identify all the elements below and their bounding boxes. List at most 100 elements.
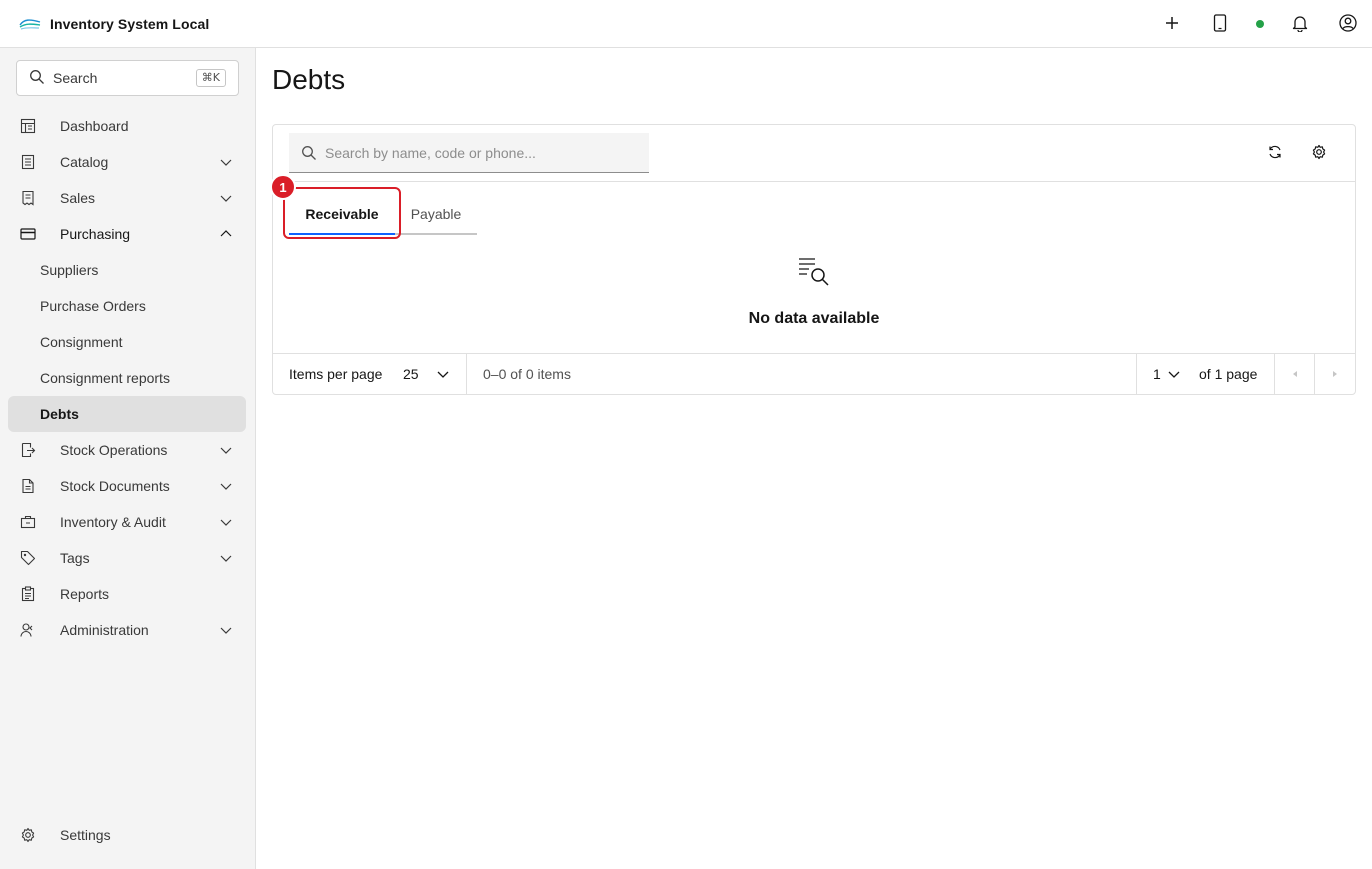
sidebar-item-consignment[interactable]: Consignment (0, 324, 255, 360)
refresh-button[interactable] (1259, 137, 1291, 169)
notification-icon (1291, 14, 1309, 35)
annotation-badge: 1 (270, 174, 296, 200)
pagination: Items per page 25 0–0 of 0 items 1 of 1 … (273, 353, 1355, 394)
document-icon (20, 478, 36, 494)
sidebar-search-label: Search (53, 70, 98, 86)
pagination-range: 0–0 of 0 items (483, 366, 571, 382)
sidebar-item-sales[interactable]: Sales (0, 180, 255, 216)
sidebar-item-consignment-reports[interactable]: Consignment reports (0, 360, 255, 396)
tab-payable[interactable]: Payable (395, 195, 477, 235)
main-content: Debts Receivable (256, 48, 1372, 869)
chevron-down-icon[interactable] (436, 367, 450, 381)
caret-right-icon (1330, 366, 1340, 382)
sidebar-item-stock-documents[interactable]: Stock Documents (0, 468, 255, 504)
sidebar-item-label: Sales (60, 190, 96, 206)
debt-type-tabs: Receivable Payable (289, 195, 477, 235)
sidebar-item-reports[interactable]: Reports (0, 576, 255, 612)
sidebar-item-purchasing[interactable]: Purchasing (0, 216, 255, 252)
search-icon (29, 69, 45, 88)
app-header: Inventory System Local (0, 0, 1372, 48)
report-icon (20, 586, 36, 602)
sidebar-item-label: Suppliers (40, 262, 99, 278)
divider (466, 354, 467, 394)
sidebar-item-label: Stock Documents (60, 478, 170, 494)
stock-operations-icon (20, 442, 36, 458)
sidebar-item-label: Debts (40, 406, 79, 422)
sales-icon (20, 190, 36, 206)
sidebar-item-label: Inventory & Audit (60, 514, 166, 530)
device-button[interactable] (1196, 0, 1244, 48)
administration-icon (20, 622, 36, 638)
chevron-up-icon (220, 230, 232, 237)
tab-label: Receivable (305, 206, 379, 222)
no-data-search-icon (799, 258, 829, 286)
sidebar-item-tags[interactable]: Tags (0, 540, 255, 576)
sidebar-item-label: Purchase Orders (40, 298, 146, 314)
table-search-input[interactable] (325, 144, 625, 161)
sidebar-item-label: Catalog (60, 154, 109, 170)
items-per-page-label: Items per page (289, 366, 383, 382)
brand[interactable]: Inventory System Local (18, 15, 209, 33)
sidebar-item-suppliers[interactable]: Suppliers (0, 252, 255, 288)
chevron-down-icon (220, 555, 232, 562)
chevron-down-icon (220, 519, 232, 526)
table-search[interactable] (289, 133, 649, 173)
purchasing-icon (20, 226, 36, 242)
sidebar-item-label: Stock Operations (60, 442, 168, 458)
chevron-down-icon[interactable] (1167, 367, 1181, 381)
next-page-button[interactable] (1315, 354, 1355, 394)
connection-status-indicator (1256, 20, 1264, 28)
app-title: Inventory System Local (50, 15, 210, 32)
tab-label: Payable (410, 206, 462, 222)
sidebar-item-label: Dashboard (60, 118, 129, 134)
app-logo-icon (18, 15, 42, 33)
chevron-down-icon (220, 159, 232, 166)
sidebar-item-catalog[interactable]: Catalog (0, 144, 255, 180)
page-title: Debts (272, 64, 346, 95)
add-icon (1164, 15, 1180, 34)
sidebar-search[interactable]: Search ⌘K (16, 60, 239, 96)
search-icon (301, 145, 317, 161)
user-profile-button[interactable] (1324, 0, 1372, 48)
sidebar-item-label: Administration (60, 622, 149, 638)
page-size-select[interactable]: 25 (403, 366, 419, 382)
total-pages-text: of 1 page (1199, 366, 1258, 382)
refresh-icon (1267, 144, 1283, 163)
user-avatar-icon (1339, 13, 1357, 35)
divider (1136, 354, 1137, 394)
sidebar-item-label: Tags (60, 550, 90, 566)
sidebar-item-debts[interactable]: Debts (8, 396, 246, 432)
sidebar-item-administration[interactable]: Administration (0, 612, 255, 648)
gear-icon (20, 827, 36, 843)
search-shortcut-hint: ⌘K (195, 69, 226, 87)
catalog-icon (20, 154, 36, 170)
sidebar-item-settings[interactable]: Settings (0, 817, 255, 853)
sidebar-item-stock-operations[interactable]: Stock Operations (0, 432, 255, 468)
chevron-down-icon (220, 447, 232, 454)
gear-icon (1311, 144, 1327, 163)
tablet-icon (1212, 13, 1228, 35)
sidebar-item-label: Settings (60, 827, 111, 843)
page-number-select[interactable]: 1 (1153, 366, 1161, 382)
sidebar-item-purchase-orders[interactable]: Purchase Orders (0, 288, 255, 324)
caret-left-icon (1290, 366, 1300, 382)
sidebar-nav: Dashboard Catalog Sales Purchasing Suppl… (0, 108, 255, 648)
chevron-down-icon (220, 483, 232, 490)
previous-page-button[interactable] (1275, 354, 1315, 394)
chevron-down-icon (220, 627, 232, 634)
dashboard-icon (20, 118, 36, 134)
sidebar-item-label: Purchasing (60, 226, 131, 242)
table-settings-button[interactable] (1303, 137, 1335, 169)
debts-table-panel: Receivable Payable 1 No data available I… (270, 124, 1356, 395)
sidebar-item-dashboard[interactable]: Dashboard (0, 108, 255, 144)
inventory-audit-icon (20, 514, 36, 530)
tag-icon (20, 550, 36, 566)
sidebar: Search ⌘K Dashboard Catalog Sales Purcha… (0, 48, 256, 869)
chevron-down-icon (220, 195, 232, 202)
tab-receivable[interactable]: Receivable (289, 195, 395, 235)
add-button[interactable] (1148, 0, 1196, 48)
notifications-button[interactable] (1276, 0, 1324, 48)
table-toolbar (273, 125, 1355, 182)
empty-state-text: No data available (748, 310, 880, 327)
sidebar-item-inventory-audit[interactable]: Inventory & Audit (0, 504, 255, 540)
